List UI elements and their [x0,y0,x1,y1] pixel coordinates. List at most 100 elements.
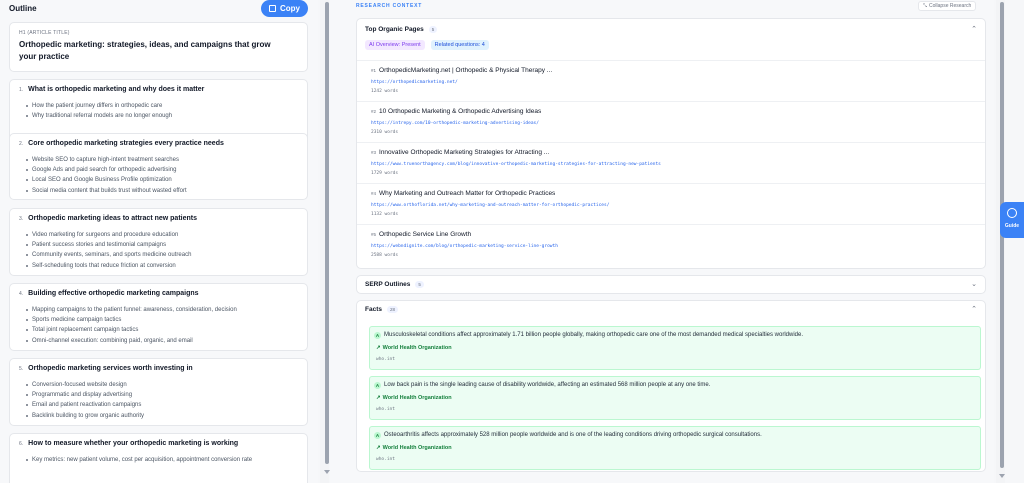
fact-card: A Low back pain is the single leading ca… [369,376,981,420]
section-title: 6. How to measure whether your orthopedic… [19,440,238,447]
page-word-count: 2310 words [371,130,399,135]
page-url[interactable]: https://intrepy.com/10-orthopedic-market… [371,121,539,126]
fact-grade-badge: A [374,382,381,389]
outline-section[interactable]: 5. Orthopedic marketing services worth in… [9,358,308,426]
organic-page-item[interactable]: #4 Why Marketing and Outreach Matter for … [357,183,985,224]
app: Outline Copy H1 (ARTICLE TITLE) Orthoped… [0,0,1024,483]
page-title-text: 10 Orthopedic Marketing & Orthopedic Adv… [379,108,542,115]
page-url[interactable]: https://orthopedicmarketing.net/ [371,80,458,85]
page-title: #3 Innovative Orthopedic Marketing Strate… [371,149,549,156]
chevron-up-icon[interactable]: ⌃ [971,305,977,313]
facts-title: Facts [365,306,382,313]
fact-domain: who.int [376,407,395,412]
facts-panel: Facts 28 ⌃ A Musculoskeletal conditions a… [356,300,986,472]
external-link-icon: ↗ [376,395,381,401]
page-word-count: 1729 words [371,171,399,176]
top-pages-count: 5 [428,26,438,33]
page-title-text: Orthopedic Service Line Growth [379,231,472,238]
page-title: #4 Why Marketing and Outreach Matter for … [371,190,555,197]
serp-badges: AI Overview: Present Related questions: … [365,40,489,50]
page-url[interactable]: https://webndignite.com/blog/orthopedic-… [371,244,558,249]
page-word-count: 1242 words [371,89,399,94]
section-title: 2. Core orthopedic marketing strategies e… [19,140,224,147]
organic-page-item[interactable]: #1 OrthopedicMarketing.net | Orthopedic &… [357,60,985,101]
facts-header[interactable]: Facts 28 [365,306,398,313]
collapse-research-label: Collapse Research [929,3,972,9]
outline-section[interactable]: 4. Building effective orthopedic marketin… [9,283,308,351]
section-number: 2. [19,141,24,147]
fact-card: A Osteoarthritis affects approximately 5… [369,426,981,470]
section-bullets: Conversion-focused website design Progra… [26,380,144,421]
page-url[interactable]: https://www.orthoflorida.net/why-marketi… [371,203,609,208]
section-title: 4. Building effective orthopedic marketin… [19,290,199,297]
outline-scrollbar-thumb[interactable] [325,2,329,464]
section-bullet: Website SEO to capture high-intent treat… [26,155,187,165]
collapse-icon: ⤡ [923,3,928,9]
page-title-text: Innovative Orthopedic Marketing Strategi… [379,149,550,156]
section-title: 1. What is orthopedic marketing and why d… [19,86,204,93]
section-title-text: Orthopedic marketing services worth inve… [28,365,193,372]
scroll-down-icon[interactable] [999,474,1005,478]
fact-source[interactable]: ↗ World Health Organization [376,445,452,451]
serp-outlines-count: 5 [415,281,424,288]
serp-outlines-title: SERP Outlines [365,281,411,288]
related-questions-badge: Related questions: 4 [430,40,489,50]
outline-header: Outline Copy [0,0,318,18]
section-bullet: Self-scheduling tools that reduce fricti… [26,261,191,271]
serp-outlines-panel[interactable]: SERP Outlines 5 ⌄ [356,275,986,294]
fact-source-name: World Health Organization [382,395,452,401]
page-title-text: Why Marketing and Outreach Matter for Or… [379,190,556,197]
section-bullet: Community events, seminars, and sports m… [26,250,191,260]
section-bullet: Why traditional referral models are no l… [26,111,172,121]
h1-card[interactable]: H1 (ARTICLE TITLE) Orthopedic marketing:… [9,22,308,72]
section-bullet: Backlink building to grow organic author… [26,411,144,421]
research-panel: RESEARCH CONTEXT ⤡ Collapse Research Top… [330,0,994,483]
page-rank: #2 [371,109,377,114]
top-pages-header[interactable]: Top Organic Pages 5 [365,26,438,33]
page-rank: #1 [371,68,377,73]
section-title-text: Building effective orthopedic marketing … [28,290,199,297]
copy-label: Copy [280,4,300,13]
fact-source[interactable]: ↗ World Health Organization [376,395,452,401]
section-bullet: How the patient journey differs in ortho… [26,101,172,111]
organic-page-item[interactable]: #5 Orthopedic Service Line Growth https:/… [357,224,985,265]
external-link-icon: ↗ [376,445,381,451]
section-bullet: Video marketing for surgeons and procedu… [26,230,191,240]
section-bullet: Email and patient reactivation campaigns [26,400,144,410]
fact-text: Osteoarthritis affects approximately 528… [384,432,762,438]
outline-section[interactable]: 6. How to measure whether your orthopedic… [9,433,308,483]
section-bullet: Sports medicine campaign tactics [26,315,237,325]
fact-source[interactable]: ↗ World Health Organization [376,345,452,351]
page-url[interactable]: https://www.truenorthagency.com/blog/inn… [371,162,661,167]
chevron-up-icon[interactable]: ⌃ [971,25,977,33]
section-number: 4. [19,291,24,297]
fact-source-name: World Health Organization [382,445,452,451]
organic-page-item[interactable]: #2 10 Orthopedic Marketing & Orthopedic A… [357,101,985,142]
guide-button[interactable]: Guide [1000,202,1024,238]
section-bullet: Total joint replacement campaign tactics [26,325,237,335]
section-bullet: Programmatic and display advertising [26,390,144,400]
page-rank: #4 [371,191,377,196]
page-word-count: 1132 words [371,212,399,217]
page-word-count: 2588 words [371,253,399,258]
section-bullet: Patient success stories and testimonial … [26,240,191,250]
fact-grade-badge: A [374,432,381,439]
collapse-research-button[interactable]: ⤡ Collapse Research [918,1,977,11]
section-bullets: Video marketing for surgeons and procedu… [26,230,191,271]
section-title: 5. Orthopedic marketing services worth in… [19,365,193,372]
outline-section[interactable]: 2. Core orthopedic marketing strategies e… [9,133,308,200]
external-link-icon: ↗ [376,345,381,351]
fact-card: A Musculoskeletal conditions affect appr… [369,326,981,370]
fact-grade-badge: A [374,332,381,339]
organic-page-item[interactable]: #3 Innovative Orthopedic Marketing Strate… [357,142,985,183]
chevron-down-icon[interactable]: ⌄ [971,280,977,288]
page-title: #5 Orthopedic Service Line Growth [371,231,471,238]
outline-section[interactable]: 3. Orthopedic marketing ideas to attract … [9,208,308,276]
fact-domain: who.int [376,457,395,462]
page-title: #2 10 Orthopedic Marketing & Orthopedic A… [371,108,541,115]
h1-label: H1 (ARTICLE TITLE) [19,30,70,36]
section-bullet: Conversion-focused website design [26,380,144,390]
copy-button[interactable]: Copy [261,0,308,17]
section-title: 3. Orthopedic marketing ideas to attract … [19,215,197,222]
serp-outlines-header: SERP Outlines 5 [365,281,424,288]
